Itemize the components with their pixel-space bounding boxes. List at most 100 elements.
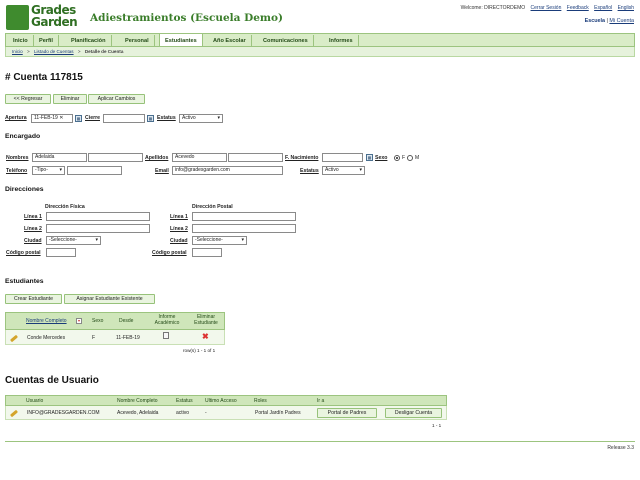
feedback-link[interactable]: Feedback xyxy=(567,5,589,11)
estudiantes-heading: Estudiantes xyxy=(5,278,44,285)
nombres-input[interactable]: Adelaida xyxy=(32,153,87,162)
tab-ano-escolar[interactable]: Año Escolar xyxy=(208,35,252,47)
nacimiento-input[interactable] xyxy=(322,153,363,162)
email-input[interactable]: info@gradesgarden.com xyxy=(172,166,283,175)
apellidos-label-text: Apellidos xyxy=(145,155,169,161)
apellidos-input[interactable]: Acevedo xyxy=(172,153,227,162)
school-label: Escuela xyxy=(584,18,606,24)
telefono-label: Teléfono xyxy=(6,168,27,174)
account-estatus-label-text: Estatus xyxy=(157,115,176,121)
parent-portal-button[interactable]: Portal de Padres xyxy=(317,408,377,418)
fisica-linea1-label: Línea 1 xyxy=(24,214,42,220)
breadcrumb-current: Detalle de Cuenta xyxy=(84,49,124,54)
encargado-estatus-select[interactable]: Activo xyxy=(322,166,365,175)
postal-header: Dirección Postal xyxy=(192,204,233,210)
sexo-f-label: F xyxy=(402,155,406,161)
cierre-label-text: Cierre xyxy=(85,115,100,121)
accounts-pagination: 1 - 1 xyxy=(432,423,442,428)
encargado-estatus-label: Estatus xyxy=(300,168,319,174)
sexo-f-radio[interactable] xyxy=(394,155,400,161)
sort-icon[interactable]: ▾ xyxy=(76,318,82,324)
sexo-label-text: Sexo xyxy=(375,155,388,161)
logo: Grades Garden xyxy=(31,4,78,29)
app-title: Adiestramientos (Escuela Demo) xyxy=(90,12,283,24)
student-sexo: F xyxy=(92,335,96,341)
tab-informes[interactable]: Informes xyxy=(324,35,359,47)
postal-codigo-label: Código postal xyxy=(152,250,187,256)
apertura-input[interactable]: 11-FEB-19 ✕ xyxy=(31,114,73,123)
tab-comunicaciones[interactable]: Comunicaciones xyxy=(258,35,314,47)
logout-link[interactable]: Cerrar Sesión xyxy=(531,5,562,11)
col-estatus: Estatus xyxy=(176,398,193,404)
tab-personal[interactable]: Personal xyxy=(120,35,155,47)
fisica-header: Dirección Física xyxy=(45,204,85,210)
fisica-linea2-input[interactable] xyxy=(46,224,150,233)
delete-button[interactable]: Eliminar xyxy=(53,94,87,104)
spanish-link[interactable]: Español xyxy=(594,5,612,11)
calendar-icon[interactable]: ▦ xyxy=(366,154,373,161)
my-account-link[interactable]: Mi Cuenta xyxy=(609,18,634,24)
delete-x-icon[interactable]: ✖ xyxy=(202,333,209,341)
assign-student-button[interactable]: Asignar Estudiante Existente xyxy=(64,294,155,304)
calendar-icon[interactable]: ▦ xyxy=(147,115,154,122)
postal-codigo-input[interactable] xyxy=(192,248,222,257)
account-nombre: Acevedo, Adelaida xyxy=(117,410,159,416)
nombres-input-2[interactable] xyxy=(88,153,143,162)
col-desde: Desde xyxy=(119,318,134,324)
nombres-label: Nombres xyxy=(6,155,29,161)
postal-linea2-label-text: Línea 2 xyxy=(170,226,188,232)
school-line: Escuela | Mi Cuenta xyxy=(584,18,634,24)
apellidos-input-2[interactable] xyxy=(228,153,283,162)
cierre-input[interactable] xyxy=(103,114,145,123)
telefono-input[interactable] xyxy=(67,166,122,175)
fisica-ciudad-label-text: Ciudad xyxy=(24,238,42,244)
fisica-codigo-label-text: Código postal xyxy=(6,250,41,256)
telefono-label-text: Teléfono xyxy=(6,168,28,174)
back-button[interactable]: << Regresar xyxy=(5,94,51,104)
sexo-m-label: M xyxy=(415,155,420,161)
main-nav: Inicio Perfil Planificación Personal Est… xyxy=(5,33,635,47)
tab-estudiantes[interactable]: Estudiantes xyxy=(159,33,203,46)
col-nombre[interactable]: Nombre Completo xyxy=(26,318,67,324)
col-ultimo-acceso: Ultimo Acceso xyxy=(205,398,237,404)
email-label-text: Email xyxy=(155,168,169,174)
breadcrumb-inicio[interactable]: Inicio xyxy=(12,49,23,54)
footer-divider xyxy=(5,441,635,442)
tab-perfil[interactable]: Perfil xyxy=(34,35,59,47)
account-estatus-select[interactable]: Activo xyxy=(179,114,223,123)
create-student-button[interactable]: Crear Estudiante xyxy=(5,294,62,304)
fisica-linea1-input[interactable] xyxy=(46,212,150,221)
cuentas-heading: Cuentas de Usuario xyxy=(5,375,99,386)
fisica-codigo-input[interactable] xyxy=(46,248,76,257)
apertura-label-text: Apertura xyxy=(5,115,27,121)
col-ir-a: Ir a xyxy=(317,398,325,404)
postal-ciudad-select[interactable]: -Seleccione- xyxy=(192,236,247,245)
account-estatus: activo xyxy=(176,410,190,416)
sexo-label: Sexo xyxy=(375,155,387,161)
nacimiento-label-text: F. Nacimiento xyxy=(285,155,319,161)
postal-linea2-input[interactable] xyxy=(192,224,296,233)
unlink-account-button[interactable]: Desligar Cuenta xyxy=(385,408,442,418)
col-sexo: Sexo xyxy=(92,318,104,324)
telefono-tipo-select[interactable]: -Tipo- xyxy=(32,166,65,175)
nacimiento-label: F. Nacimiento xyxy=(285,155,318,161)
tab-planificacion[interactable]: Planificación xyxy=(66,35,112,47)
student-desde: 11-FEB-19 xyxy=(116,335,140,341)
logo-line2: Garden xyxy=(31,15,78,29)
calendar-icon[interactable]: ▦ xyxy=(75,115,82,122)
postal-linea1-label: Línea 1 xyxy=(170,214,188,220)
breadcrumb: Inicio > Listado de Cuentas > Detalle de… xyxy=(5,47,635,57)
postal-linea1-input[interactable] xyxy=(192,212,296,221)
welcome-text: Welcome: DIRECTORDEMO xyxy=(460,5,526,11)
postal-linea2-label: Línea 2 xyxy=(170,226,188,232)
sexo-m-radio[interactable] xyxy=(407,155,413,161)
english-link[interactable]: English xyxy=(618,5,634,11)
fisica-ciudad-select[interactable]: -Seleccione- xyxy=(46,236,101,245)
col-usuario: Usuario xyxy=(26,398,44,404)
email-label: Email xyxy=(155,168,169,174)
fisica-codigo-label: Código postal xyxy=(6,250,41,256)
report-doc-icon[interactable] xyxy=(163,332,169,339)
apply-changes-button[interactable]: Aplicar Cambios xyxy=(88,94,145,104)
tab-inicio[interactable]: Inicio xyxy=(8,35,34,47)
breadcrumb-listado[interactable]: Listado de Cuentas xyxy=(34,49,74,54)
